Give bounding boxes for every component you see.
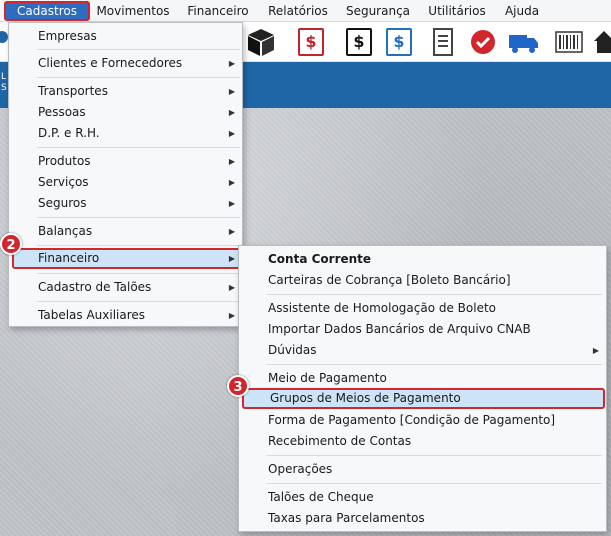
- menu-item-label: Carteiras de Cobrança [Boleto Bancário]: [268, 273, 511, 287]
- menu-item-label: Forma de Pagamento [Condição de Pagament…: [268, 413, 556, 427]
- menu-separator: [37, 49, 240, 50]
- menu-separator: [267, 364, 602, 365]
- submenu-arrow-icon: ▶: [228, 108, 235, 117]
- menu-separator: [37, 217, 240, 218]
- dollar-blue-icon[interactable]: $: [384, 27, 414, 57]
- menu-item-dp-rh[interactable]: D.P. e R.H. ▶: [9, 123, 242, 144]
- submenu-item-assistente-homologacao[interactable]: Assistente de Homologação de Boleto: [239, 298, 606, 319]
- submenu-arrow-icon: ▶: [228, 227, 235, 236]
- menu-item-empresas[interactable]: Empresas: [9, 26, 242, 47]
- header-band-text-1: L: [1, 72, 7, 82]
- menu-item-label: Transportes: [38, 84, 108, 98]
- dollar-blue-glyph: $: [386, 28, 412, 56]
- submenu-item-taloes-cheque[interactable]: Talões de Cheque: [239, 487, 606, 508]
- menu-separator: [37, 147, 240, 148]
- submenu-item-operacoes[interactable]: Operações: [239, 459, 606, 480]
- menu-separator: [37, 77, 240, 78]
- dollar-red-icon[interactable]: $: [296, 27, 326, 57]
- home-icon[interactable]: [594, 27, 611, 57]
- menu-item-label: D.P. e R.H.: [38, 126, 100, 140]
- submenu-arrow-icon: ▶: [228, 129, 235, 138]
- submenu-item-importar-cnab[interactable]: Importar Dados Bancários de Arquivo CNAB: [239, 319, 606, 340]
- submenu-item-meio-pagamento[interactable]: Meio de Pagamento: [239, 368, 606, 389]
- menu-separator: [37, 245, 240, 246]
- submenu-arrow-icon: ▶: [228, 87, 235, 96]
- submenu-arrow-icon: ▶: [228, 199, 235, 208]
- submenu-arrow-icon: ▶: [228, 178, 235, 187]
- box-icon[interactable]: [246, 27, 276, 57]
- menu-item-produtos[interactable]: Produtos ▶: [9, 151, 242, 172]
- menu-item-label: Recebimento de Contas: [268, 434, 412, 448]
- menu-seguranca[interactable]: Segurança: [344, 1, 412, 21]
- submenu-arrow-icon: ▶: [228, 59, 235, 68]
- menu-item-label: Conta Corrente: [268, 252, 372, 266]
- menu-item-label: Balanças: [38, 224, 93, 238]
- menu-item-seguros[interactable]: Seguros ▶: [9, 193, 242, 214]
- menu-separator: [267, 294, 602, 295]
- menu-item-label: Financeiro: [38, 251, 100, 265]
- submenu-arrow-icon: ▶: [228, 311, 235, 320]
- submenu-item-conta-corrente[interactable]: Conta Corrente: [239, 249, 606, 270]
- menu-item-label: Tabelas Auxiliares: [38, 308, 146, 322]
- check-circle-icon[interactable]: [468, 27, 498, 57]
- menu-item-tabelas-auxiliares[interactable]: Tabelas Auxiliares ▶: [9, 305, 242, 326]
- header-band-text-2: S: [1, 83, 7, 93]
- menu-item-label: Assistente de Homologação de Boleto: [268, 301, 497, 315]
- barcode-icon[interactable]: [554, 27, 584, 57]
- menu-separator: [37, 273, 240, 274]
- dollar-red-glyph: $: [298, 28, 324, 56]
- menu-item-label: Produtos: [38, 154, 91, 168]
- menu-item-financeiro[interactable]: Financeiro ▶: [12, 248, 241, 269]
- submenu-arrow-icon: ▶: [228, 283, 235, 292]
- menu-separator: [267, 455, 602, 456]
- submenu-item-grupos-meios-pagamento[interactable]: Grupos de Meios de Pagamento: [242, 388, 605, 409]
- menu-item-pessoas[interactable]: Pessoas ▶: [9, 102, 242, 123]
- submenu-item-forma-pagamento[interactable]: Forma de Pagamento [Condição de Pagament…: [239, 410, 606, 431]
- menu-item-cadastro-taloes[interactable]: Cadastro de Talões ▶: [9, 277, 242, 298]
- menu-item-label: Grupos de Meios de Pagamento: [270, 391, 461, 405]
- truck-icon[interactable]: [508, 27, 538, 57]
- menu-item-label: Dúvidas: [268, 343, 317, 357]
- menu-item-label: Clientes e Fornecedores: [38, 56, 183, 70]
- menu-item-label: Taxas para Parcelamentos: [268, 511, 425, 525]
- menu-item-label: Importar Dados Bancários de Arquivo CNAB: [268, 322, 531, 336]
- menu-item-label: Operações: [268, 462, 333, 476]
- submenu-item-carteiras-cobranca[interactable]: Carteiras de Cobrança [Boleto Bancário]: [239, 270, 606, 291]
- document-icon[interactable]: [428, 27, 458, 57]
- header-band-text: L S: [1, 72, 7, 94]
- submenu-arrow-icon: ▶: [228, 254, 235, 263]
- submenu-item-recebimento-contas[interactable]: Recebimento de Contas: [239, 431, 606, 452]
- dollar-black-icon[interactable]: $: [344, 27, 374, 57]
- step-badge-3: 3: [227, 375, 249, 397]
- menu-item-label: Pessoas: [38, 105, 86, 119]
- menu-financeiro[interactable]: Financeiro: [186, 1, 250, 21]
- step-badge-2: 2: [0, 233, 22, 255]
- menu-item-label: Meio de Pagamento: [268, 371, 387, 385]
- menu-movimentos[interactable]: Movimentos: [96, 1, 170, 21]
- cadastros-menu: Empresas Clientes e Fornecedores ▶ Transp…: [8, 22, 243, 327]
- menu-item-label: Seguros: [38, 196, 87, 210]
- menu-item-label: Serviços: [38, 175, 89, 189]
- menubar: Cadastros Movimentos Financeiro Relatóri…: [0, 0, 611, 22]
- menu-item-clientes-fornecedores[interactable]: Clientes e Fornecedores ▶: [9, 53, 242, 74]
- dollar-black-glyph: $: [346, 28, 372, 56]
- submenu-arrow-icon: ▶: [592, 346, 599, 355]
- menu-utilitarios[interactable]: Utilitários: [426, 1, 488, 21]
- menu-item-transportes[interactable]: Transportes ▶: [9, 81, 242, 102]
- menu-item-label: Cadastro de Talões: [38, 280, 152, 294]
- submenu-item-taxas-parcelamentos[interactable]: Taxas para Parcelamentos: [239, 508, 606, 529]
- financeiro-submenu: Conta Corrente Carteiras de Cobrança [Bo…: [238, 245, 607, 532]
- menu-separator: [37, 301, 240, 302]
- submenu-arrow-icon: ▶: [228, 157, 235, 166]
- submenu-item-duvidas[interactable]: Dúvidas ▶: [239, 340, 606, 361]
- menu-relatorios[interactable]: Relatórios: [266, 1, 330, 21]
- menu-item-label: Talões de Cheque: [268, 490, 374, 504]
- menu-item-label: Empresas: [38, 29, 97, 43]
- menu-item-balancas[interactable]: Balanças ▶: [9, 221, 242, 242]
- menu-item-servicos[interactable]: Serviços ▶: [9, 172, 242, 193]
- menu-separator: [267, 483, 602, 484]
- menu-cadastros[interactable]: Cadastros: [4, 1, 90, 21]
- menu-ajuda[interactable]: Ajuda: [502, 1, 542, 21]
